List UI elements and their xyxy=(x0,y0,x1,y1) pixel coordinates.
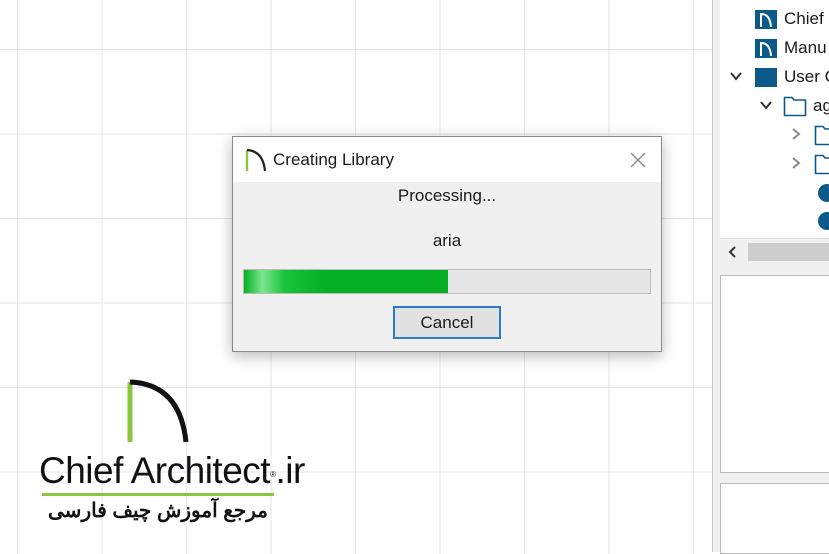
status-text: Processing... xyxy=(397,186,497,205)
chevron-right-icon[interactable] xyxy=(788,126,804,142)
scrollbar-thumb[interactable] xyxy=(748,243,829,261)
registered-mark: ® xyxy=(270,470,276,479)
chevron-down-icon[interactable] xyxy=(728,68,744,84)
tree-item-object[interactable] xyxy=(816,180,829,206)
tree-item-user-catalog[interactable]: User C xyxy=(754,64,829,90)
logo-underline xyxy=(42,493,274,496)
library-description-pane xyxy=(720,483,829,554)
chief-folder-icon xyxy=(755,10,777,29)
library-object-icon xyxy=(818,184,829,202)
folder-filled-icon xyxy=(755,68,777,87)
logo-name: Chief Architect xyxy=(39,450,271,491)
tree-item-ag[interactable]: ag xyxy=(783,93,829,119)
logo-wordmark: Chief Architect®.ir xyxy=(39,449,305,493)
scroll-left-button[interactable] xyxy=(720,239,746,265)
close-icon xyxy=(630,152,646,168)
tree-item-manufacturer[interactable]: Manu xyxy=(754,35,827,61)
dialog-title: Creating Library xyxy=(273,150,394,169)
chief-architect-logo-mark xyxy=(127,379,189,443)
logo-tagline: مرجع آموزش چیف فارسی xyxy=(48,500,268,522)
chief-architect-logo-icon xyxy=(245,148,267,172)
tree-item-object[interactable] xyxy=(816,208,829,234)
progress-bar xyxy=(243,269,651,294)
tree-item-subfolder[interactable] xyxy=(814,151,829,177)
current-item-name: aria xyxy=(432,231,462,250)
tree-item-subfolder[interactable] xyxy=(814,122,829,148)
cancel-button[interactable]: Cancel xyxy=(393,306,501,339)
tree-item-label: ag xyxy=(813,96,829,115)
folder-outline-icon xyxy=(783,96,807,117)
tree-item-label: User C xyxy=(784,67,829,86)
chevron-right-icon[interactable] xyxy=(788,155,804,171)
chevron-down-icon[interactable] xyxy=(758,97,774,113)
library-object-icon xyxy=(818,212,829,230)
tree-item-chief[interactable]: Chief xyxy=(754,6,824,32)
dialog-titlebar: Creating Library xyxy=(233,137,661,182)
chevron-left-icon xyxy=(728,246,736,258)
logo-suffix: .ir xyxy=(275,450,305,491)
library-tree: Chief Manu User C ag xyxy=(720,0,829,262)
folder-outline-icon xyxy=(814,125,829,146)
tree-item-label: Manu xyxy=(784,38,827,57)
folder-outline-icon xyxy=(814,154,829,175)
close-button[interactable] xyxy=(625,147,651,173)
library-preview-pane xyxy=(720,275,829,473)
progress-fill xyxy=(244,270,449,293)
creating-library-dialog: Creating Library Processing... aria Canc… xyxy=(232,136,662,352)
horizontal-scrollbar[interactable] xyxy=(720,238,829,265)
tree-item-label: Chief xyxy=(784,9,824,28)
chief-folder-icon xyxy=(755,39,777,58)
